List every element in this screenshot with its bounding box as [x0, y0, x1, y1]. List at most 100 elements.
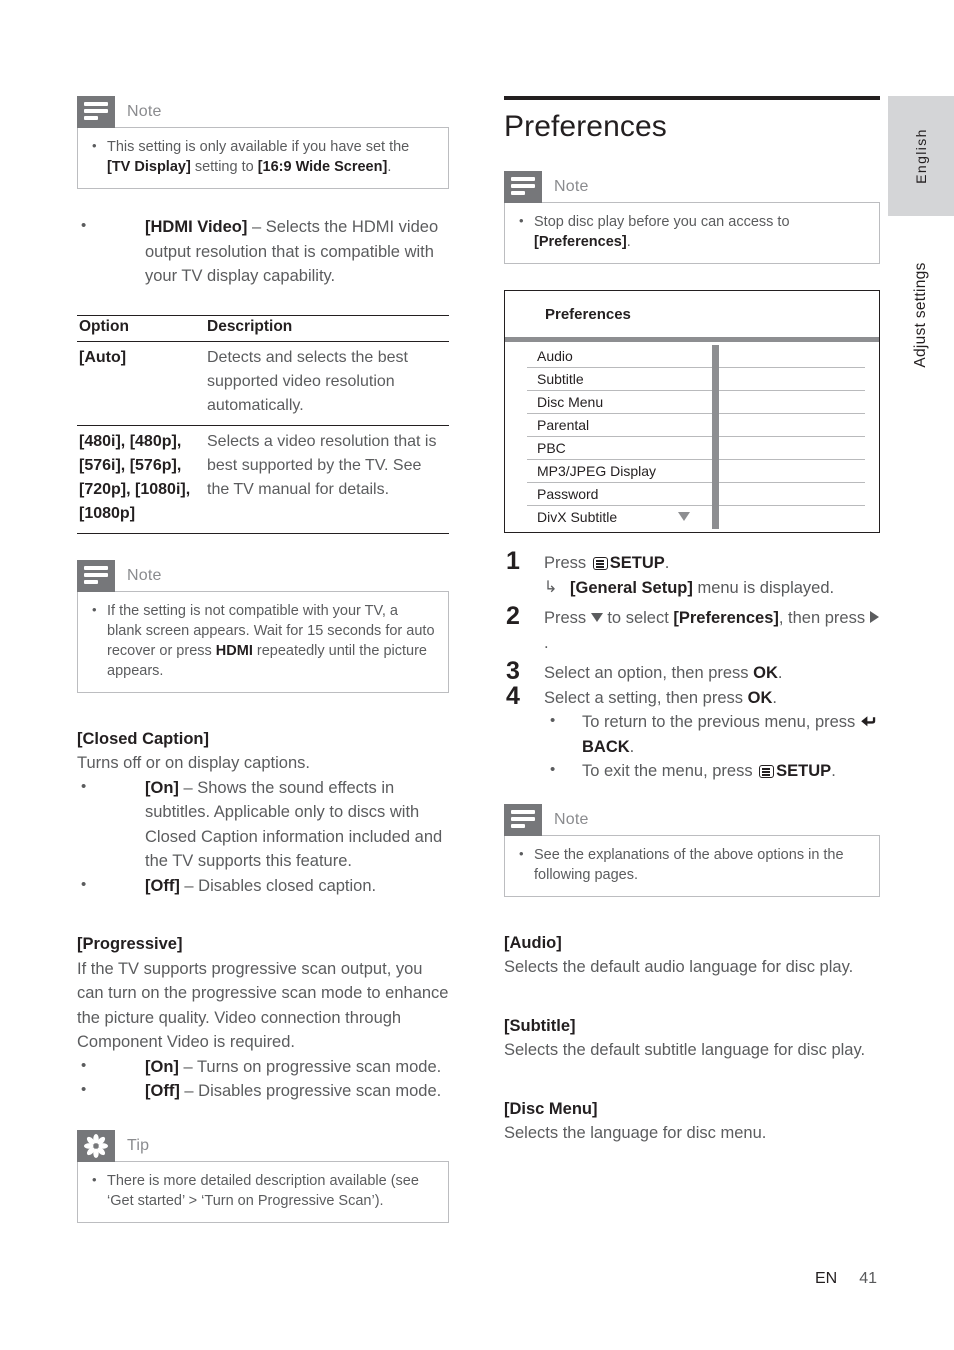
- step-result: ↳ [General Setup] menu is displayed.: [544, 576, 880, 601]
- device-menu-item[interactable]: Audio: [527, 345, 712, 368]
- table-cell-option: [Auto]: [77, 341, 205, 426]
- text-run: This setting is only available if you ha…: [107, 139, 410, 155]
- device-menu-item[interactable]: Subtitle: [527, 368, 712, 391]
- text-run: Select an option, then press: [544, 664, 754, 682]
- bullet-label: [On]: [145, 778, 179, 797]
- bullet-text: – Turns on progressive scan mode.: [178, 1057, 442, 1076]
- bullet-text: – Disables closed caption.: [179, 876, 377, 895]
- callout-title: Note: [554, 810, 589, 828]
- step-number: 4: [506, 681, 520, 710]
- callout-body: If the setting is not compatible with yo…: [77, 590, 449, 693]
- device-menu-title: Preferences: [545, 306, 631, 323]
- callout-title: Tip: [127, 1136, 150, 1154]
- device-menu-value-column: [719, 345, 879, 529]
- emphasis-text: [General Setup]: [570, 578, 693, 597]
- text-run: .: [777, 664, 783, 682]
- page-footer: EN 41: [815, 1270, 877, 1288]
- text-run: .: [387, 159, 392, 175]
- progressive-bullets: [On] – Turns on progressive scan mode. […: [77, 1054, 449, 1104]
- section-intro: Turns off or on display captions.: [77, 754, 310, 772]
- device-menu-value[interactable]: [719, 460, 865, 483]
- emphasis-text: BACK: [582, 737, 630, 756]
- table-header-description: Description: [205, 314, 449, 342]
- section-rule: [504, 96, 880, 100]
- manual-page: Note This setting is only available if y…: [0, 0, 954, 1350]
- step-4-bullets: To return to the previous menu, press BA…: [544, 709, 880, 784]
- step-number: 2: [506, 602, 520, 630]
- device-menu-option-column: Audio Subtitle Disc Menu Parental PBC MP3/JPE…: [505, 345, 712, 529]
- device-menu-item[interactable]: DivX Subtitle: [527, 506, 712, 529]
- device-menu-value[interactable]: [719, 437, 865, 460]
- device-menu-item[interactable]: Parental: [527, 414, 712, 437]
- device-menu-value[interactable]: [719, 368, 865, 391]
- list-item: To exit the menu, press SETUP.: [544, 758, 880, 784]
- callout-bullet: This setting is only available if you ha…: [90, 136, 436, 177]
- callout-body: There is more detailed description avail…: [77, 1160, 449, 1223]
- device-menu-value[interactable]: [719, 506, 865, 529]
- back-arrow-icon: [860, 712, 877, 727]
- section-heading: [Disc Menu]: [504, 1099, 598, 1118]
- device-menu-value[interactable]: [719, 391, 865, 414]
- emphasis-text: HDMI: [215, 642, 253, 659]
- step-1: 1 Press SETUP. ↳ [General Setup] menu is …: [504, 547, 880, 601]
- device-menu-value[interactable]: [719, 345, 865, 368]
- table-header-option: Option: [77, 314, 205, 342]
- list-item: [On] – Shows the sound effects in subtit…: [77, 775, 449, 874]
- section-heading: [Closed Caption]: [77, 729, 209, 748]
- footer-page-number: 41: [859, 1270, 877, 1287]
- table-header-row: Option Description: [77, 314, 449, 342]
- callout-bullet: Stop disc play before you can access to …: [517, 211, 867, 252]
- callout-body: Stop disc play before you can access to …: [504, 202, 880, 264]
- device-menu-item[interactable]: PBC: [527, 437, 712, 460]
- right-column: Preferences Note Stop disc play before y…: [504, 96, 880, 1146]
- note-icon: [77, 96, 115, 128]
- list-item: [HDMI Video] – Selects the HDMI video ou…: [77, 214, 449, 289]
- device-menu-item[interactable]: Password: [527, 483, 712, 506]
- chevron-down-icon: [590, 613, 603, 622]
- text-run: Select a setting, then press: [544, 688, 748, 707]
- device-menu-value[interactable]: [719, 483, 865, 506]
- device-menu-value[interactable]: [719, 414, 865, 437]
- emphasis-text: OK: [747, 688, 773, 707]
- note-icon: [77, 559, 115, 592]
- device-menu-column-divider: [712, 345, 719, 529]
- callout-header: Tip: [77, 1129, 449, 1162]
- side-tab-language: English: [888, 96, 954, 216]
- hdmi-option-table: Option Description [Auto] Detects and se…: [77, 314, 449, 534]
- left-column: Note This setting is only available if y…: [77, 96, 449, 1223]
- section-heading: [Audio]: [504, 933, 562, 952]
- callout-header: Note: [77, 96, 449, 128]
- instruction-steps: 1 Press SETUP. ↳ [General Setup] menu is …: [504, 547, 880, 784]
- emphasis-text: OK: [753, 664, 778, 682]
- section-body: Selects the language for disc menu.: [504, 1124, 767, 1142]
- preferences-menu-screenshot: Preferences Audio Subtitle Disc Menu Parent…: [504, 290, 880, 533]
- bullet-text: – Shows the sound effects in subtitles. …: [145, 778, 443, 871]
- step-text: Select a setting, then press OK.: [544, 686, 880, 711]
- text-run: setting to: [190, 159, 258, 175]
- callout-title: Note: [127, 566, 162, 584]
- disc-menu-section: [Disc Menu] Selects the language for dis…: [504, 1097, 880, 1146]
- table-cell-option: [480i], [480p], [576i], [576p], [720p], …: [77, 425, 205, 534]
- callout-bullet: See the explanations of the above option…: [517, 844, 867, 885]
- bullet-label: [Off]: [145, 876, 180, 895]
- callout-header: Note: [504, 803, 880, 836]
- step-text: Select an option, then press OK.: [544, 661, 880, 686]
- text-run: menu is displayed.: [692, 578, 835, 597]
- emphasis-text: SETUP: [776, 762, 832, 780]
- side-tab-language-label: English: [913, 128, 929, 184]
- closed-caption-section: [Closed Caption] Turns off or on display…: [77, 727, 449, 899]
- text-run: .: [831, 762, 836, 780]
- side-tab-section: Adjust settings: [888, 245, 954, 385]
- text-run: To exit the menu, press: [582, 762, 758, 780]
- audio-section: [Audio] Selects the default audio langua…: [504, 931, 880, 980]
- chevron-down-icon[interactable]: [678, 512, 690, 521]
- bullet-label: [Off]: [145, 1082, 180, 1100]
- callout-bullet: If the setting is not compatible with yo…: [90, 600, 436, 681]
- text-run: .: [772, 688, 777, 707]
- device-menu-item[interactable]: Disc Menu: [527, 391, 712, 414]
- note-icon: [504, 171, 542, 203]
- device-menu-item[interactable]: MP3/JPEG Display: [527, 460, 712, 483]
- step-4: 4 Select a setting, then press OK. To re…: [504, 682, 880, 784]
- emphasis-text: [16:9 Wide Screen]: [257, 159, 388, 175]
- list-item: [Off] – Disables progressive scan mode.: [77, 1078, 449, 1104]
